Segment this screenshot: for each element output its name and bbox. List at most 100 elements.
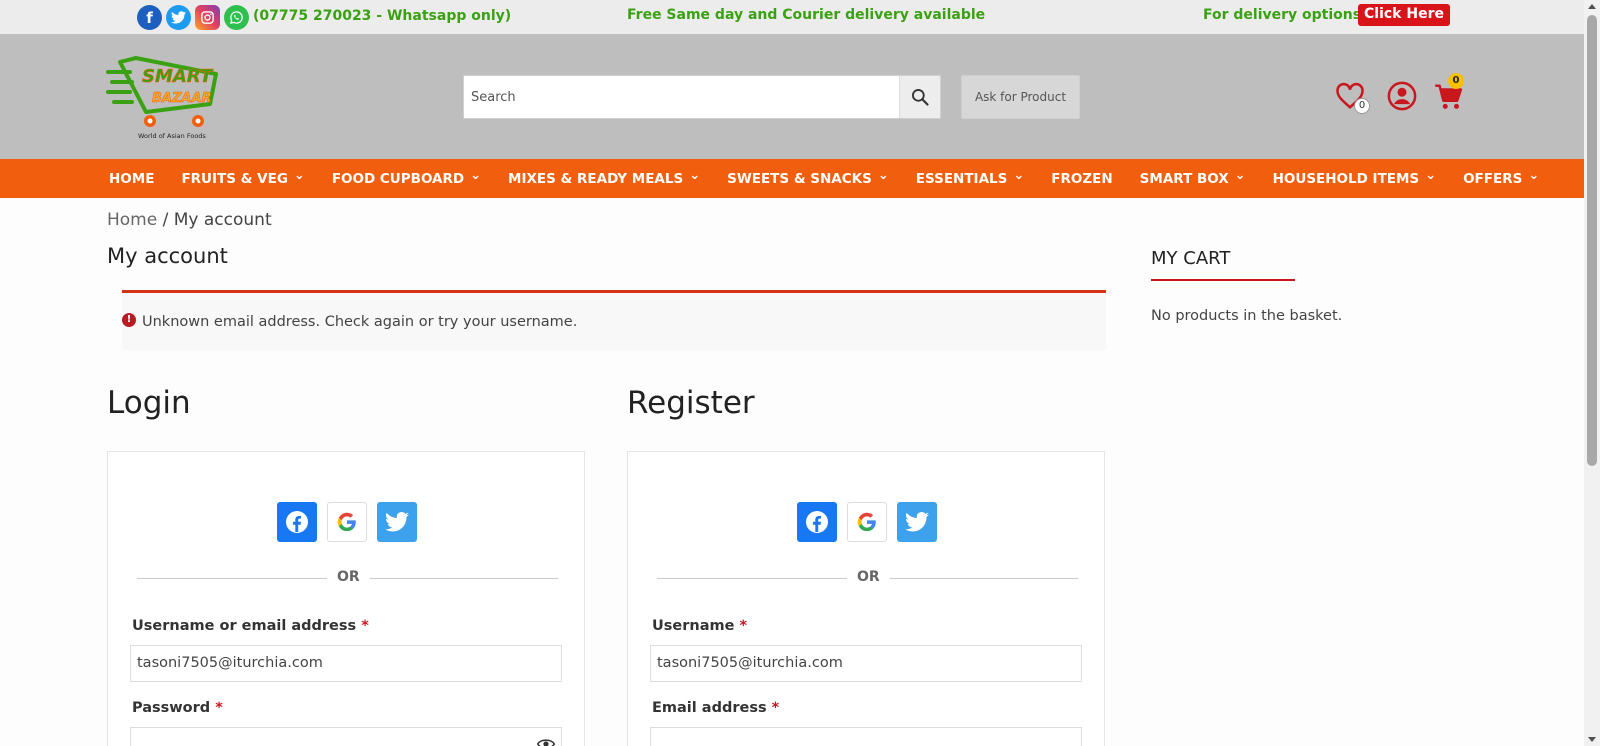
cart-count-badge: 0 <box>1448 73 1464 89</box>
top-bar: f (07775 270023 - Whatsapp only) Free Sa… <box>0 0 1584 34</box>
login-username-label: Username or email address * <box>132 618 369 634</box>
twitter-icon <box>385 512 409 532</box>
nav-item-label: SWEETS & SNACKS <box>727 170 872 187</box>
account-button[interactable] <box>1387 81 1417 115</box>
login-heading: Login <box>107 385 191 421</box>
nav-item-essentials[interactable]: ESSENTIALS ⌄ <box>916 167 1025 187</box>
facebook-icon <box>806 511 828 533</box>
register-email-label: Email address * <box>652 700 780 716</box>
or-divider-right <box>890 578 1078 579</box>
breadcrumb-separator: / <box>162 210 169 230</box>
login-password-input[interactable] <box>130 727 562 746</box>
chevron-down-icon: ⌄ <box>1013 167 1025 183</box>
or-divider-text: OR <box>857 569 880 585</box>
login-google-button[interactable] <box>327 502 367 542</box>
register-username-label: Username * <box>652 618 748 634</box>
logo-text-bazaar: BAZAAR <box>152 91 212 106</box>
page-title: My account <box>107 244 228 268</box>
register-twitter-button[interactable] <box>897 502 937 542</box>
nav-item-label: MIXES & READY MEALS <box>508 170 684 187</box>
ask-for-product-button[interactable]: Ask for Product <box>961 75 1080 119</box>
nav-item-sweets-snacks[interactable]: SWEETS & SNACKS ⌄ <box>727 167 889 187</box>
wishlist-button[interactable]: 0 <box>1335 82 1370 114</box>
scroll-up-arrow-icon[interactable] <box>1588 4 1596 9</box>
nav-item-household-items[interactable]: HOUSEHOLD ITEMS ⌄ <box>1272 167 1437 187</box>
register-google-button[interactable] <box>847 502 887 542</box>
login-username-input[interactable]: tasoni7505@iturchia.com <box>130 645 562 682</box>
user-icon <box>1387 81 1417 111</box>
register-social-buttons <box>797 502 937 542</box>
login-social-buttons <box>277 502 417 542</box>
nav-list: HOME FRUITS & VEG ⌄ FOOD CUPBOARD ⌄ MIXES & R… <box>109 159 1566 198</box>
nav-item-label: FOOD CUPBOARD <box>331 170 465 187</box>
login-password-label: Password * <box>132 700 223 716</box>
nav-item-label: HOME <box>109 170 155 187</box>
twitter-icon[interactable] <box>166 5 191 30</box>
error-notice: ! Unknown email address. Check again or … <box>122 290 1106 350</box>
scrollbar-thumb[interactable] <box>1587 15 1597 466</box>
nav-item-food-cupboard[interactable]: FOOD CUPBOARD ⌄ <box>331 167 482 187</box>
chevron-down-icon: ⌄ <box>689 167 701 183</box>
search-input[interactable] <box>464 76 900 118</box>
nav-item-label: FROZEN <box>1051 170 1113 187</box>
page: f (07775 270023 - Whatsapp only) Free Sa… <box>0 0 1600 746</box>
breadcrumb-current: My account <box>173 210 272 230</box>
google-icon <box>857 512 876 532</box>
chevron-down-icon: ⌄ <box>877 167 889 183</box>
nav-item-frozen[interactable]: FROZEN <box>1051 171 1112 187</box>
my-cart-underline <box>1151 279 1295 281</box>
register-email-input[interactable] <box>650 727 1082 746</box>
site-logo[interactable]: SMART BAZAAR World of Asian Foods <box>106 52 226 142</box>
facebook-icon[interactable]: f <box>137 5 162 30</box>
nav-item-offers[interactable]: OFFERS ⌄ <box>1463 167 1540 187</box>
google-icon <box>337 512 356 532</box>
or-divider-right <box>370 578 558 579</box>
nav-item-label: OFFERS <box>1463 170 1523 187</box>
facebook-icon <box>286 511 308 533</box>
chevron-down-icon: ⌄ <box>1528 167 1540 183</box>
nav-item-smart-box[interactable]: SMART BOX ⌄ <box>1139 167 1246 187</box>
nav-item-mixes-ready-meals[interactable]: MIXES & READY MEALS ⌄ <box>508 167 701 187</box>
delivery-options-text: For delivery options <box>1203 7 1362 23</box>
register-heading: Register <box>627 385 755 421</box>
breadcrumb-home-link[interactable]: Home <box>107 210 157 230</box>
scroll-down-arrow-icon[interactable] <box>1588 737 1596 742</box>
breadcrumb: Home / My account <box>107 210 272 230</box>
site-header: SMART BAZAAR World of Asian Foods Ask fo… <box>0 34 1584 159</box>
error-message: Unknown email address. Check again or tr… <box>142 314 578 330</box>
register-card: OR Username * tasoni7505@iturchia.com Em… <box>627 451 1105 746</box>
nav-item-label: SMART BOX <box>1139 170 1229 187</box>
or-divider-left <box>137 578 327 579</box>
wishlist-count-badge: 0 <box>1354 98 1370 114</box>
my-cart-title: MY CART <box>1151 248 1231 269</box>
cart-empty-message: No products in the basket. <box>1151 308 1343 324</box>
login-card: OR Username or email address * tasoni750… <box>107 451 585 746</box>
search-bar <box>463 75 941 119</box>
nav-item-label: HOUSEHOLD ITEMS <box>1272 170 1420 187</box>
logo-tagline: World of Asian Foods <box>138 132 206 140</box>
twitter-icon <box>905 512 929 532</box>
login-twitter-button[interactable] <box>377 502 417 542</box>
login-facebook-button[interactable] <box>277 502 317 542</box>
error-icon: ! <box>122 313 136 327</box>
logo-text-smart: SMART <box>142 66 214 87</box>
chevron-down-icon: ⌄ <box>1425 167 1437 183</box>
social-links: f <box>137 5 249 30</box>
chevron-down-icon: ⌄ <box>1234 167 1246 183</box>
whatsapp-icon[interactable] <box>224 5 249 30</box>
click-here-button[interactable]: Click Here <box>1358 4 1450 26</box>
instagram-icon[interactable] <box>195 5 220 30</box>
chevron-down-icon: ⌄ <box>470 167 482 183</box>
search-button[interactable] <box>899 76 940 118</box>
phone-number[interactable]: (07775 270023 - Whatsapp only) <box>253 8 511 24</box>
eye-icon[interactable] <box>537 737 555 746</box>
register-facebook-button[interactable] <box>797 502 837 542</box>
nav-item-home[interactable]: HOME <box>109 171 154 187</box>
register-username-input[interactable]: tasoni7505@iturchia.com <box>650 645 1082 682</box>
nav-item-fruits-veg[interactable]: FRUITS & VEG ⌄ <box>181 169 304 187</box>
or-divider-text: OR <box>337 569 360 585</box>
page-scrollbar[interactable] <box>1584 0 1600 746</box>
cart-button[interactable]: 0 <box>1434 73 1464 115</box>
search-icon <box>912 89 929 106</box>
nav-item-label: FRUITS & VEG <box>181 170 288 187</box>
